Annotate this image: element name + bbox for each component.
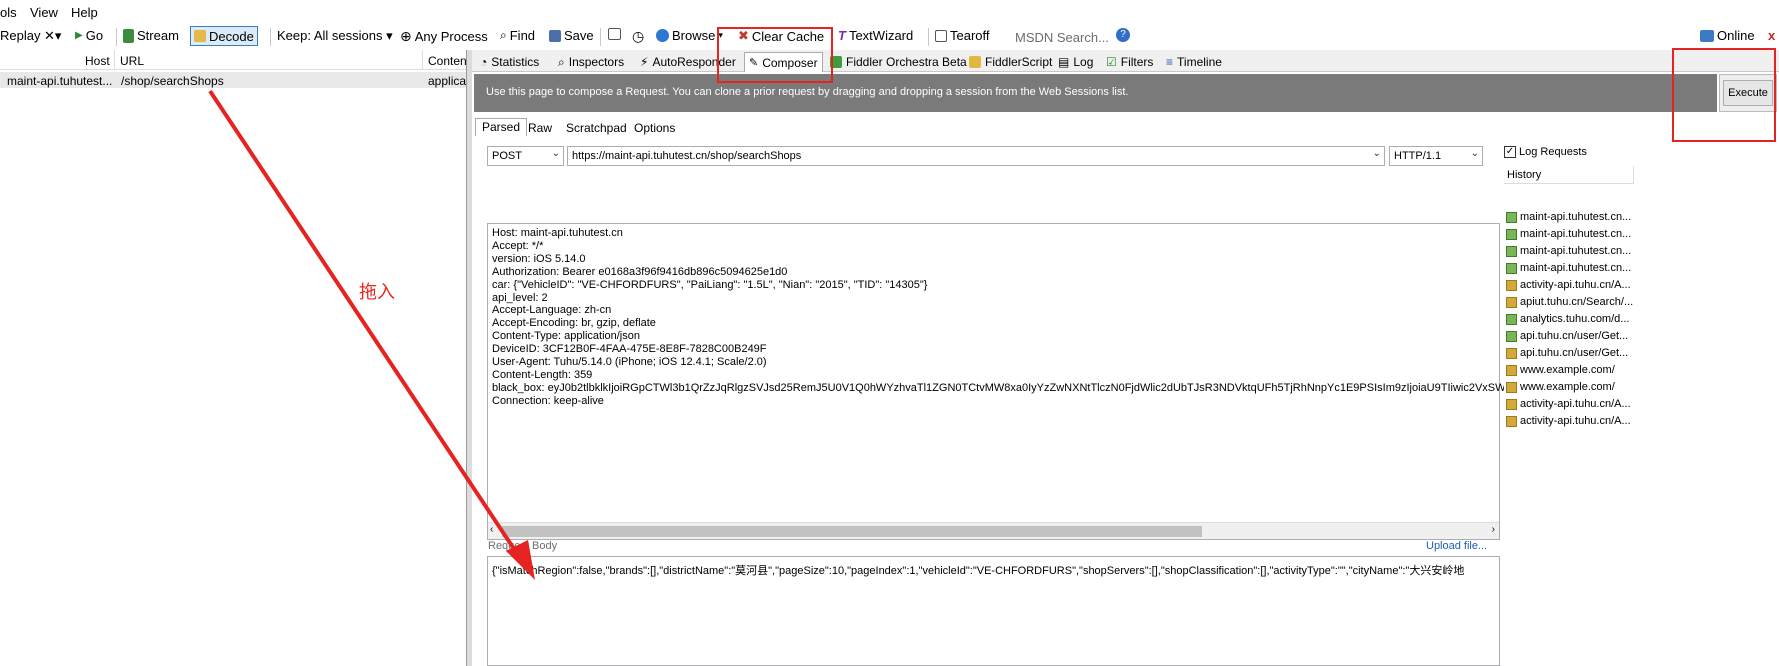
drag-arrow — [208, 89, 535, 580]
